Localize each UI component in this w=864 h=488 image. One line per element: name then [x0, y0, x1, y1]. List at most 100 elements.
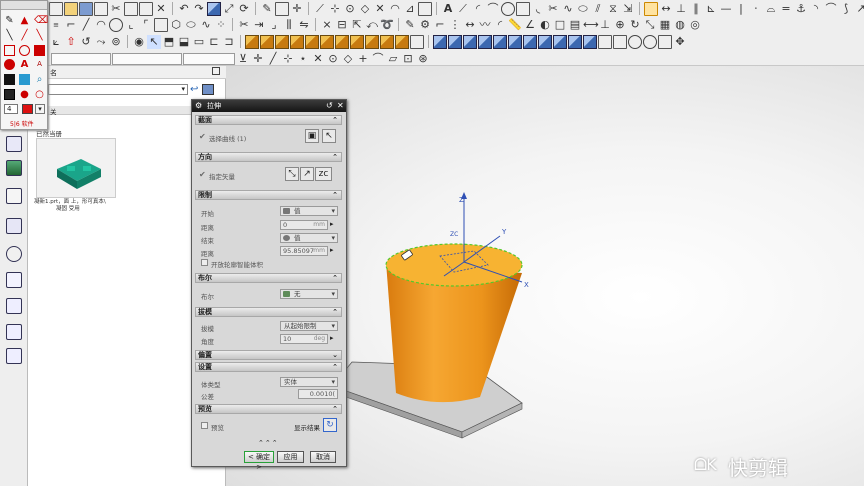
polyline-tool-icon[interactable]: ⌒	[486, 2, 500, 16]
quick-trim-icon[interactable]: ✂	[237, 18, 251, 32]
end-type-dropdown[interactable]: 值	[280, 233, 338, 243]
part-navigator-icon[interactable]	[6, 188, 22, 204]
snap-point-icon[interactable]: ✛	[251, 52, 265, 66]
ok-button[interactable]: < 确定 >	[244, 451, 274, 471]
reuse-library-icon[interactable]	[6, 218, 22, 234]
color-dropdown-icon[interactable]: ▾	[35, 104, 45, 114]
intersect-curve-icon[interactable]: ⨯	[320, 18, 334, 32]
circle-tool-icon[interactable]	[501, 1, 515, 16]
pad-icon[interactable]: ▭	[192, 35, 206, 49]
mirror-feature-icon[interactable]	[448, 34, 462, 49]
marker-icon[interactable]: ▲	[19, 15, 30, 26]
quick-extend-icon[interactable]: ⇥	[252, 18, 266, 32]
constraint-icon[interactable]: ⊥	[674, 2, 688, 16]
perpendicular-icon[interactable]: ⊾	[704, 2, 718, 16]
snap-intersect-icon[interactable]: ✕	[373, 2, 387, 16]
render-style-icon[interactable]: ◎	[688, 18, 702, 32]
snap-combo[interactable]	[183, 52, 235, 65]
wrap-curve-icon[interactable]: ⤺	[365, 18, 379, 32]
web-browser-icon[interactable]	[6, 272, 22, 288]
sketch-icon[interactable]: ⟀	[49, 35, 63, 49]
line-width-field[interactable]: 4	[4, 104, 18, 114]
palette-titlebar[interactable]	[1, 1, 47, 10]
helix-icon[interactable]: ➰	[380, 18, 394, 32]
snap-midpoint-icon[interactable]: ⊹	[281, 52, 295, 66]
ruler-icon[interactable]: 📏	[508, 18, 522, 32]
line-icon[interactable]: ╱	[79, 18, 93, 32]
offset-curve-icon[interactable]: ⫽	[591, 2, 605, 16]
snap-on-curve-icon[interactable]: ⌒	[371, 52, 385, 66]
snap-endpoint-icon[interactable]: ╱	[266, 52, 280, 66]
datum-csys-icon[interactable]	[628, 34, 642, 49]
snap-existing-icon[interactable]: +	[356, 52, 370, 66]
groove-icon[interactable]: ⊐	[222, 35, 236, 49]
fit-view-icon[interactable]: ⤢	[222, 2, 236, 16]
equal-icon[interactable]: =	[779, 2, 793, 16]
slot-icon[interactable]: ⊏	[207, 35, 221, 49]
redo-icon[interactable]: ↷	[192, 2, 206, 16]
angle-icon[interactable]: ∠	[523, 18, 537, 32]
polygon-icon[interactable]: ⬡	[169, 18, 183, 32]
rect-filled-icon[interactable]	[34, 45, 45, 56]
revolve-icon[interactable]: ↺	[79, 35, 93, 49]
screen-icon[interactable]	[19, 74, 30, 85]
show-hide-icon[interactable]: ◐	[538, 18, 552, 32]
color-swatch[interactable]	[22, 104, 33, 114]
picture-view-icon[interactable]	[202, 84, 214, 95]
point-set-icon[interactable]: ⁘	[214, 18, 228, 32]
reverse-direction-icon[interactable]: ⤡	[285, 167, 299, 181]
rectangle-icon[interactable]	[154, 17, 168, 32]
pocket-icon[interactable]: ⬓	[177, 35, 191, 49]
curve-arc-icon[interactable]: ◝	[809, 2, 823, 16]
type-filter-combo[interactable]	[51, 52, 111, 65]
datum-axis-icon[interactable]	[613, 34, 627, 49]
snap-intersection-icon[interactable]: ✕	[311, 52, 325, 66]
thread-icon[interactable]	[553, 34, 567, 49]
snap-pole-icon[interactable]: ⊛	[416, 52, 430, 66]
undo-icon[interactable]: ↶	[177, 2, 191, 16]
end-distance-menu-icon[interactable]: ▸	[330, 246, 334, 254]
pen-icon[interactable]: ✎	[4, 15, 15, 26]
snap-tangent-icon[interactable]: ⊿	[403, 2, 417, 16]
copy-icon[interactable]	[124, 1, 138, 16]
wcs-dynamic-icon[interactable]: ⤡	[643, 18, 657, 32]
dialog-settings-icon[interactable]: ⚙	[195, 101, 202, 110]
intersect-icon[interactable]	[335, 34, 349, 49]
apply-button[interactable]: 应用	[277, 451, 304, 463]
section-header-preview[interactable]: 预览 ⌃	[195, 404, 342, 414]
section-header-boolean[interactable]: 布尔 ⌃	[195, 273, 342, 283]
vector-dialog-icon[interactable]: ↗	[300, 167, 314, 181]
unite-icon[interactable]	[305, 34, 319, 49]
sketch-pencil-icon[interactable]: ✎	[260, 2, 274, 16]
patch-icon[interactable]	[508, 34, 522, 49]
draft-icon[interactable]	[395, 34, 409, 49]
measure-icon[interactable]	[644, 1, 658, 16]
roles-icon[interactable]	[6, 324, 22, 340]
end-distance-field[interactable]: 95.85097 mm	[280, 246, 328, 256]
tolerance-field[interactable]: 0.0010(	[298, 389, 338, 399]
save-icon[interactable]	[79, 1, 93, 16]
rect-outline-icon[interactable]	[4, 45, 15, 56]
cut-icon[interactable]: ✂	[109, 2, 123, 16]
snap-center-icon[interactable]: ⊙	[343, 2, 357, 16]
edge-blend-icon[interactable]	[350, 34, 364, 49]
sphere-icon[interactable]	[290, 34, 304, 49]
make-corner-icon[interactable]: ⌟	[267, 18, 281, 32]
tangent-icon[interactable]: ⌓	[764, 2, 778, 16]
line-draw-icon[interactable]: ╲	[4, 30, 15, 41]
edit-parameter-icon[interactable]: ⚙	[418, 18, 432, 32]
edit-curve-icon[interactable]: ✎	[403, 18, 417, 32]
snap-mid-icon[interactable]: ⊹	[328, 2, 342, 16]
dialog-collapse-icon[interactable]: ⌃⌃⌃	[258, 439, 279, 447]
angle-menu-icon[interactable]: ▸	[330, 334, 334, 342]
draft-dropdown[interactable]: 从起始限制	[280, 321, 338, 331]
arc-tool-icon[interactable]: ◜	[471, 2, 485, 16]
select-arrow-icon[interactable]: ↖	[147, 34, 161, 49]
snap-on-face-icon[interactable]: ▱	[386, 52, 400, 66]
constraint-navigator-icon[interactable]	[6, 160, 22, 176]
wcs-origin-icon[interactable]: ⊕	[613, 18, 627, 32]
line-tool-icon[interactable]: ⟋	[456, 2, 470, 16]
layer-settings-icon[interactable]	[275, 1, 289, 16]
selection-filter-icon[interactable]: ⊻	[236, 52, 250, 66]
cancel-button[interactable]: 取消	[310, 451, 336, 463]
